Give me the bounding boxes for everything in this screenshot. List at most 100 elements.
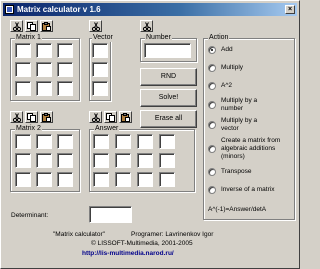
matrix2-cell[interactable] (57, 153, 73, 168)
vector-label: Vector (92, 34, 114, 42)
matrix2-cell[interactable] (15, 172, 31, 187)
answer-cell[interactable] (137, 172, 153, 187)
footer-copyright: © LISSOFT-Multimedia, 2001-2005 (91, 240, 193, 247)
number-input[interactable] (144, 43, 191, 58)
scissors-icon (91, 22, 101, 31)
answer-cell[interactable] (159, 172, 175, 187)
action-option-add[interactable]: Add (208, 46, 291, 54)
matrix1-label: Matrix 1 (15, 34, 42, 42)
vector-cell[interactable] (92, 62, 108, 77)
matrix1-cell[interactable] (15, 43, 31, 58)
vector-cut-button[interactable] (89, 20, 102, 32)
answer-cell[interactable] (93, 134, 109, 149)
action-label: Action (208, 34, 230, 42)
close-button[interactable]: × (285, 5, 295, 14)
determinant-label: Determinant: (11, 212, 49, 219)
copy-icon (27, 113, 36, 122)
matrix1-cell[interactable] (57, 62, 73, 77)
title-bar: Matrix calculator v 1.6 × (3, 3, 297, 16)
number-label: Number (145, 34, 172, 42)
matrix1-cell[interactable] (36, 81, 52, 96)
answer-cell[interactable] (115, 153, 131, 168)
inverse-formula: A^(-1)=Answer/detA (208, 206, 267, 213)
app-window: Matrix calculator v 1.6 × Matrix 1 Vecto… (0, 0, 300, 269)
matrix2-cell[interactable] (36, 153, 52, 168)
matrix1-paste-button[interactable] (40, 20, 53, 32)
paste-icon (42, 22, 51, 31)
erase-all-button[interactable]: Erase all (140, 110, 197, 128)
matrix2-cell[interactable] (15, 134, 31, 149)
matrix1-cell[interactable] (15, 62, 31, 77)
app-icon (5, 5, 14, 14)
action-option-square[interactable]: A^2 (208, 82, 291, 90)
action-option-minors[interactable]: Create a matrix from algebraic additions… (208, 137, 296, 161)
matrix2-copy-button[interactable] (25, 111, 38, 123)
radio-button[interactable] (208, 82, 216, 90)
answer-cell[interactable] (115, 172, 131, 187)
action-option-transpose[interactable]: Transpose (208, 168, 291, 176)
scissors-icon (12, 22, 22, 31)
radio-button[interactable] (208, 168, 216, 176)
scissors-icon (91, 113, 101, 122)
matrix1-cell[interactable] (15, 81, 31, 96)
radio-button[interactable] (208, 121, 216, 129)
paste-icon (42, 113, 51, 122)
vector-cell[interactable] (92, 81, 108, 96)
action-option-label: Multiply by a number (221, 97, 258, 112)
answer-cell[interactable] (137, 153, 153, 168)
rnd-button[interactable]: RND (140, 68, 197, 86)
answer-cut-button[interactable] (89, 111, 102, 123)
matrix2-cell[interactable] (15, 153, 31, 168)
paste-icon (121, 113, 130, 122)
matrix2-cut-button[interactable] (10, 111, 23, 123)
matrix2-cell[interactable] (57, 172, 73, 187)
answer-label: Answer (94, 125, 120, 133)
footer-programmer: Programer: Lavrinenkov Igor (131, 231, 214, 238)
vector-cell[interactable] (92, 43, 108, 58)
radio-button[interactable] (208, 145, 216, 153)
radio-button[interactable] (208, 64, 216, 72)
answer-cell[interactable] (93, 172, 109, 187)
matrix1-cell[interactable] (57, 81, 73, 96)
answer-cell[interactable] (159, 134, 175, 149)
answer-cell[interactable] (137, 134, 153, 149)
copy-icon (106, 113, 115, 122)
matrix1-cell[interactable] (57, 43, 73, 58)
radio-button[interactable] (208, 46, 216, 54)
matrix1-cell[interactable] (36, 62, 52, 77)
matrix1-cut-button[interactable] (10, 20, 23, 32)
answer-cell[interactable] (159, 153, 175, 168)
action-option-label: Create a matrix from algebraic additions… (221, 137, 281, 160)
matrix2-cell[interactable] (36, 172, 52, 187)
window-title: Matrix calculator v 1.6 (17, 5, 101, 14)
footer-link[interactable]: http://lis-multimedia.narod.ru/ (82, 250, 174, 258)
action-option-label: Inverse of a matrix (221, 186, 275, 193)
scissors-icon (12, 113, 22, 122)
scissors-icon (142, 22, 152, 31)
action-option-multiply[interactable]: Multiply (208, 64, 291, 72)
answer-cell[interactable] (93, 153, 109, 168)
radio-button[interactable] (208, 186, 216, 194)
action-option-label: Transpose (221, 168, 252, 175)
matrix2-cell[interactable] (36, 134, 52, 149)
action-option-multiply-number[interactable]: Multiply by a number (208, 97, 271, 113)
answer-cell[interactable] (115, 134, 131, 149)
action-option-multiply-vector[interactable]: Multiply by a vector (208, 117, 271, 133)
matrix1-cell[interactable] (36, 43, 52, 58)
number-cut-button[interactable] (140, 20, 153, 32)
matrix2-label: Matrix 2 (15, 125, 42, 133)
footer-app-name: "Matrix calculator" (53, 231, 105, 238)
action-option-inverse[interactable]: Inverse of a matrix (208, 186, 291, 194)
determinant-field[interactable] (89, 206, 132, 223)
matrix1-copy-button[interactable] (25, 20, 38, 32)
solve-button[interactable]: Solve! (140, 89, 197, 107)
action-option-label: Multiply by a vector (221, 117, 258, 132)
radio-button[interactable] (208, 101, 216, 109)
action-option-label: Add (221, 46, 233, 53)
matrix2-paste-button[interactable] (40, 111, 53, 123)
action-option-label: Multiply (221, 64, 244, 71)
answer-copy-button[interactable] (104, 111, 117, 123)
answer-paste-button[interactable] (119, 111, 132, 123)
matrix2-cell[interactable] (57, 134, 73, 149)
action-option-label: A^2 (221, 82, 233, 89)
